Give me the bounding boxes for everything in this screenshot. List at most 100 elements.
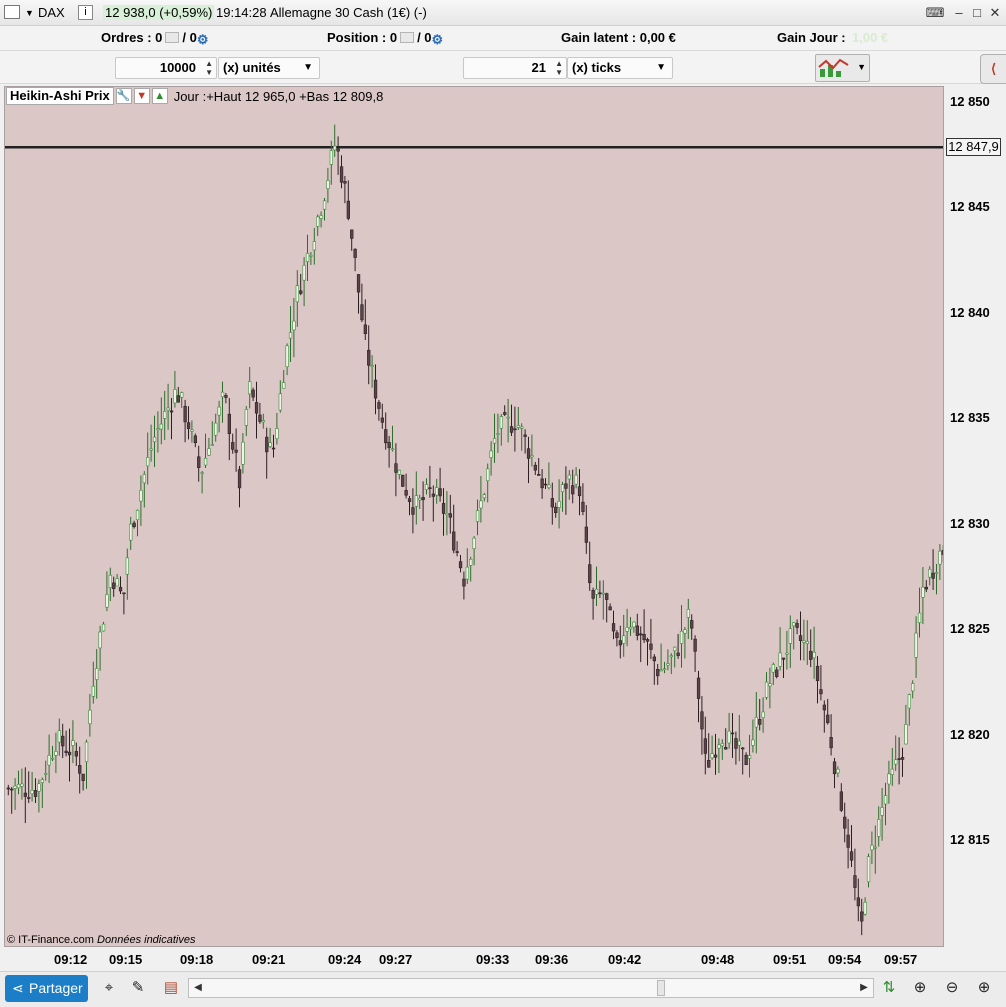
candle-body (618, 640, 623, 646)
ha-candle-207 (710, 735, 714, 760)
zoom-in-icon[interactable]: ⊕ (973, 976, 995, 1000)
drawing-tools-icon[interactable]: ✎ (127, 976, 149, 1000)
ha-candle-0 (6, 784, 11, 796)
ha-candle-42 (149, 424, 153, 462)
candle-body (469, 559, 473, 566)
candle-body (370, 365, 374, 368)
scroll-right-icon[interactable]: ▶ (855, 979, 873, 997)
candle-body (295, 285, 300, 303)
candle-body (84, 741, 89, 763)
close-position-icon[interactable] (400, 32, 415, 43)
ha-candle-30 (108, 567, 113, 602)
quantity-unit-select[interactable]: (x) unités ▼ (218, 57, 320, 79)
chart-scrollbar[interactable]: ◀ ▶ (188, 978, 874, 998)
chevron-down-icon[interactable]: ▼ (25, 8, 34, 18)
chart-canvas[interactable] (4, 86, 944, 947)
ha-candle-29 (105, 571, 109, 612)
zoom-fit-icon[interactable]: ⊕ (909, 976, 931, 1000)
candle-body (744, 754, 748, 765)
candle-body (557, 500, 561, 508)
close-button[interactable]: ✕ (986, 4, 1004, 22)
ticks-stepper[interactable]: 21 ▲ ▼ (463, 57, 567, 79)
candle-body (20, 783, 24, 787)
instrument-name[interactable]: DAX (38, 5, 65, 20)
arrow-up-icon[interactable]: ▲ (151, 88, 168, 104)
indicators-icon[interactable]: ▤ (160, 976, 182, 1000)
side-panel-toggle[interactable]: ⟨ (980, 54, 1006, 84)
wrench-icon[interactable]: 🔧 (115, 88, 132, 104)
scroll-left-icon[interactable]: ◀ (189, 979, 207, 997)
ticks-unit-select[interactable]: (x) ticks ▼ (567, 57, 673, 79)
time-tick-label: 09:33 (476, 952, 510, 967)
ha-candle-134 (462, 571, 466, 600)
auto-scale-icon[interactable]: ⇅ (878, 976, 900, 1000)
scroll-thumb[interactable] (657, 980, 665, 996)
ha-candle-151 (520, 423, 524, 451)
orders-label: Ordres : 0 (101, 30, 163, 45)
chart-legend: Heikin-Ashi Prix 🔧 ▼ ▲ Jour :+Haut 12 96… (6, 87, 383, 105)
ha-candle-28 (101, 621, 106, 632)
ha-candle-154 (530, 434, 534, 467)
candle-body (894, 759, 898, 765)
share-icon: ⋖ (12, 980, 24, 996)
chart-type-button[interactable]: ▼ (815, 54, 870, 82)
time-tick-label: 09:27 (379, 952, 413, 967)
candle-body (571, 485, 575, 495)
candle-body (846, 834, 850, 848)
time-tick-label: 09:48 (701, 952, 735, 967)
candle-body (282, 382, 286, 389)
maximize-button[interactable]: □ (968, 4, 986, 22)
candle-body (428, 487, 432, 490)
ha-candle-261 (894, 735, 898, 771)
ha-candle-24 (88, 694, 92, 737)
ha-candle-209 (717, 738, 721, 773)
indicator-name[interactable]: Heikin-Ashi Prix (6, 87, 114, 105)
keyboard-icon[interactable]: ⌨ (924, 4, 946, 22)
ha-candle-132 (455, 541, 459, 557)
ha-candle-244 (836, 766, 840, 778)
candle-body (707, 759, 711, 768)
candle-body (305, 253, 310, 262)
candle-body (662, 668, 667, 671)
gear-icon[interactable]: ⚙ (432, 33, 446, 47)
minimize-button[interactable]: – (950, 4, 968, 22)
ha-candle-148 (509, 404, 514, 437)
info-icon[interactable]: i (78, 5, 93, 20)
candle-body (190, 429, 194, 432)
candle-body (380, 417, 385, 423)
gear-icon[interactable]: ⚙ (197, 33, 211, 47)
cancel-orders-icon[interactable] (165, 32, 180, 43)
ha-candle-9 (37, 779, 41, 813)
share-button[interactable]: ⋖ Partager (5, 975, 88, 1002)
stepper-arrows-icon[interactable]: ▲ ▼ (555, 59, 563, 77)
candle-body (584, 526, 589, 543)
candle-body (33, 790, 38, 797)
stepper-arrows-icon[interactable]: ▲ ▼ (205, 59, 213, 77)
ha-candle-82 (285, 343, 289, 376)
candle-body (625, 627, 629, 632)
zoom-out-icon[interactable]: ⊖ (941, 976, 963, 1000)
ha-candle-216 (741, 747, 745, 775)
ha-candle-58 (203, 433, 208, 468)
quantity-stepper[interactable]: 10000 ▲ ▼ (115, 57, 217, 79)
candle-body (798, 635, 803, 641)
ha-candle-87 (302, 257, 306, 307)
crosshair-icon[interactable]: ⌖ (98, 976, 120, 1000)
candle-body (870, 844, 874, 851)
candle-body (397, 469, 402, 475)
candle-body (520, 426, 524, 429)
ha-candle-182 (625, 608, 629, 647)
ha-candle-70 (244, 406, 249, 437)
arrow-down-icon[interactable]: ▼ (133, 88, 150, 104)
ha-candle-114 (394, 443, 398, 497)
candle-body (54, 751, 58, 756)
candle-body (516, 425, 521, 428)
candle-body (496, 433, 500, 435)
ha-candle-45 (159, 397, 164, 445)
heikin-ashi-chart (5, 124, 943, 936)
time-tick-label: 09:18 (180, 952, 214, 967)
candle-body (193, 435, 198, 444)
candle-body (751, 739, 755, 746)
candle-body (363, 324, 368, 334)
ha-candle-185 (635, 613, 640, 641)
